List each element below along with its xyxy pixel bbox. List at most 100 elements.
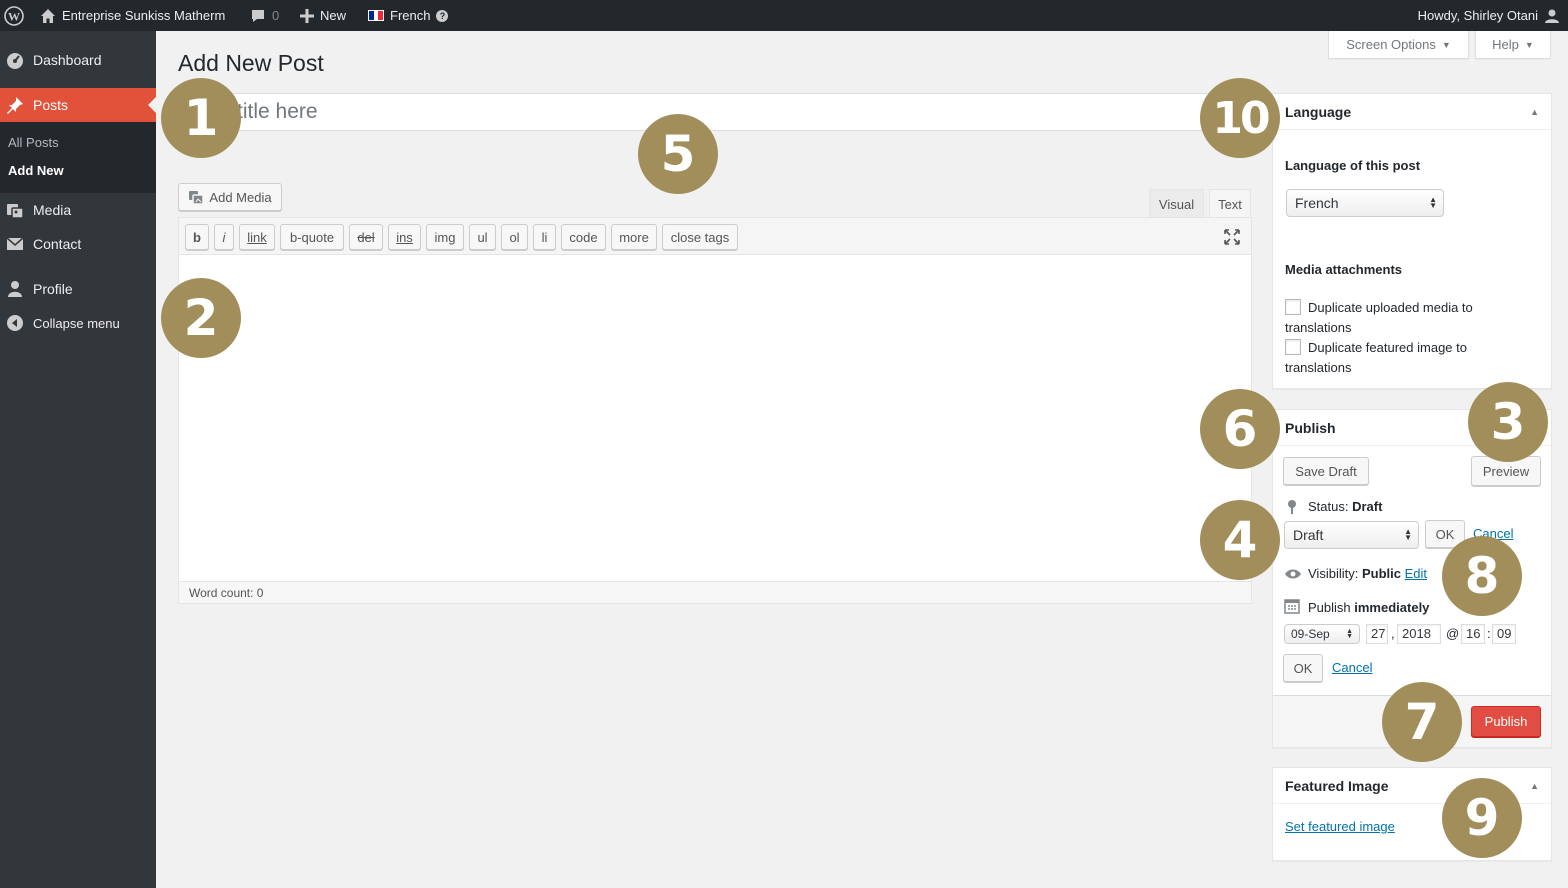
menu-posts[interactable]: Posts bbox=[0, 88, 156, 122]
menu-label: Dashboard bbox=[33, 52, 102, 68]
toggle-arrow-icon[interactable]: ▲ bbox=[1530, 94, 1539, 130]
hour-input[interactable]: 16 bbox=[1461, 624, 1485, 644]
envelope-icon bbox=[6, 237, 24, 250]
new-label: New bbox=[320, 8, 347, 23]
at-sign: @ bbox=[1446, 626, 1460, 641]
duplicate-featured-checkbox[interactable] bbox=[1285, 339, 1301, 355]
submenu-all-posts[interactable]: All Posts bbox=[8, 135, 59, 150]
post-title-input[interactable] bbox=[178, 93, 1251, 131]
media-icon bbox=[7, 204, 24, 219]
set-featured-image-link[interactable]: Set featured image bbox=[1285, 819, 1395, 834]
qt-close-tags-button[interactable]: close tags bbox=[662, 224, 738, 250]
year-input[interactable]: 2018 bbox=[1397, 624, 1441, 644]
menu-media[interactable]: Media bbox=[0, 193, 156, 227]
new-content-link[interactable]: New bbox=[300, 0, 346, 31]
status-label: Status: bbox=[1308, 499, 1349, 514]
home-icon bbox=[41, 8, 55, 23]
my-account[interactable]: Howdy, Shirley Otani bbox=[1418, 0, 1560, 31]
menu-profile[interactable]: Profile bbox=[0, 272, 156, 306]
language-switcher[interactable]: French ? bbox=[368, 0, 449, 31]
calendar-icon bbox=[1284, 599, 1300, 614]
qt-ins-button[interactable]: ins bbox=[388, 224, 421, 250]
select-arrows-icon: ▲ ▼ bbox=[1346, 628, 1353, 640]
wordpress-logo-icon[interactable]: W bbox=[4, 0, 24, 31]
duplicate-media-checkbox[interactable] bbox=[1285, 299, 1301, 315]
day-input[interactable]: 27 bbox=[1366, 624, 1388, 644]
qt-del-button[interactable]: del bbox=[349, 224, 383, 250]
content-textarea[interactable] bbox=[179, 255, 1251, 582]
visibility-line: Visibility: Public Edit bbox=[1308, 566, 1427, 581]
duplicate-media-label: Duplicate uploaded media to bbox=[1308, 300, 1473, 315]
language-box-header[interactable]: Language ▲ bbox=[1273, 94, 1551, 130]
help-circle-icon[interactable]: ? bbox=[436, 9, 449, 22]
comments-link[interactable]: 0 bbox=[250, 0, 279, 31]
qt-img-button[interactable]: img bbox=[426, 224, 464, 250]
publish-schedule-line: Publish immediately bbox=[1308, 600, 1429, 615]
menu-label: Collapse menu bbox=[33, 315, 120, 331]
visibility-edit-link[interactable]: Edit bbox=[1405, 566, 1427, 581]
add-media-button[interactable]: Add Media bbox=[178, 183, 282, 211]
publish-button[interactable]: Publish bbox=[1471, 706, 1541, 737]
media-attachments-heading: Media attachments bbox=[1285, 262, 1403, 277]
screen-options-label: Screen Options bbox=[1346, 37, 1436, 52]
annotation-badge-6: 6 bbox=[1200, 389, 1280, 469]
tab-visual[interactable]: Visual bbox=[1149, 189, 1204, 218]
menu-label: Media bbox=[33, 202, 72, 218]
qt-bquote-button[interactable]: b-quote bbox=[280, 224, 344, 250]
duplicate-featured-label-cont: translations bbox=[1285, 360, 1352, 375]
language-of-post-label: Language of this post bbox=[1285, 158, 1421, 173]
help-button[interactable]: Help ▼ bbox=[1475, 31, 1551, 59]
select-arrows-icon: ▲ ▼ bbox=[1429, 195, 1437, 210]
menu-dashboard[interactable]: Dashboard bbox=[0, 43, 156, 77]
annotation-badge-1: 1 bbox=[161, 78, 241, 158]
comments-count: 0 bbox=[272, 8, 280, 23]
status-select[interactable]: Draft ▲ ▼ bbox=[1284, 521, 1419, 549]
language-box-title: Language bbox=[1285, 104, 1352, 120]
submenu-add-new[interactable]: Add New bbox=[8, 163, 64, 178]
menu-label: Profile bbox=[33, 281, 73, 297]
language-label: French bbox=[390, 8, 431, 23]
qt-ol-button[interactable]: ol bbox=[501, 224, 528, 250]
add-media-label: Add Media bbox=[209, 189, 272, 205]
minute-input[interactable]: 09 bbox=[1492, 624, 1516, 644]
screen-options-button[interactable]: Screen Options ▼ bbox=[1328, 31, 1469, 59]
schedule-label: Publish bbox=[1308, 600, 1351, 615]
word-count: Word count: 0 bbox=[179, 581, 1251, 603]
toggle-arrow-icon[interactable]: ▲ bbox=[1530, 768, 1539, 804]
status-select-value: Draft bbox=[1293, 527, 1324, 543]
select-arrows-icon: ▲ ▼ bbox=[1404, 527, 1412, 542]
language-select[interactable]: French ▲ ▼ bbox=[1286, 189, 1444, 217]
status-line: Status: Draft bbox=[1308, 499, 1382, 514]
month-value: 09-Sep bbox=[1291, 627, 1330, 641]
schedule-ok-button[interactable]: OK bbox=[1283, 654, 1323, 682]
qt-italic-button[interactable]: i bbox=[214, 224, 234, 250]
duplicate-media-label-cont: translations bbox=[1285, 320, 1352, 335]
site-name-link[interactable]: Entreprise Sunkiss Matherm bbox=[40, 0, 225, 31]
month-select[interactable]: 09-Sep ▲ ▼ bbox=[1284, 624, 1360, 644]
qt-bold-button[interactable]: b bbox=[185, 224, 209, 250]
menu-label: Contact bbox=[33, 236, 82, 252]
language-box: Language ▲ Language of this post French … bbox=[1272, 93, 1552, 389]
visibility-value: Public bbox=[1361, 566, 1401, 581]
menu-label: Posts bbox=[33, 97, 69, 113]
qt-ul-button[interactable]: ul bbox=[469, 224, 496, 250]
qt-link-button[interactable]: link bbox=[239, 224, 275, 250]
tab-text[interactable]: Text bbox=[1209, 189, 1251, 218]
menu-contact[interactable]: Contact bbox=[0, 227, 156, 261]
schedule-value: immediately bbox=[1354, 600, 1430, 615]
fullscreen-icon[interactable] bbox=[1223, 228, 1241, 246]
save-draft-button[interactable]: Save Draft bbox=[1283, 457, 1369, 485]
qt-li-button[interactable]: li bbox=[533, 224, 556, 250]
collapse-arrow-icon bbox=[7, 315, 23, 331]
posts-submenu: All Posts Add New bbox=[0, 122, 156, 193]
qt-code-button[interactable]: code bbox=[561, 224, 606, 250]
annotation-badge-7: 7 bbox=[1382, 682, 1462, 762]
annotation-badge-3: 3 bbox=[1468, 382, 1548, 462]
plus-icon bbox=[300, 8, 314, 23]
caret-down-icon: ▼ bbox=[1524, 39, 1534, 50]
annotation-badge-5: 5 bbox=[638, 114, 718, 194]
duplicate-featured-label: Duplicate featured image to bbox=[1308, 340, 1467, 355]
collapse-menu-button[interactable]: Collapse menu bbox=[0, 306, 156, 340]
qt-more-button[interactable]: more bbox=[611, 224, 657, 250]
schedule-cancel-link[interactable]: Cancel bbox=[1332, 660, 1372, 675]
